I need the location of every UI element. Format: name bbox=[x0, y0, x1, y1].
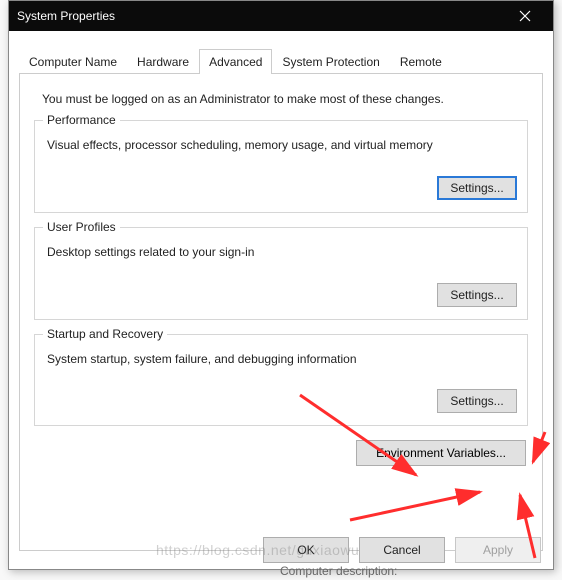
performance-label: Performance bbox=[43, 113, 120, 127]
user-profiles-group: User Profiles Desktop settings related t… bbox=[34, 227, 528, 320]
system-properties-window: System Properties Computer Name Hardware… bbox=[8, 0, 554, 570]
close-icon bbox=[519, 10, 531, 22]
tab-system-protection[interactable]: System Protection bbox=[272, 49, 389, 74]
startup-recovery-label: Startup and Recovery bbox=[43, 327, 167, 341]
performance-desc: Visual effects, processor scheduling, me… bbox=[47, 137, 517, 154]
advanced-panel: You must be logged on as an Administrato… bbox=[19, 73, 543, 551]
cancel-button[interactable]: Cancel bbox=[359, 537, 445, 563]
watermark-text: https://blog.csdn.net/guxiaowu bbox=[156, 542, 359, 558]
startup-recovery-group: Startup and Recovery System startup, sys… bbox=[34, 334, 528, 427]
titlebar: System Properties bbox=[9, 1, 553, 31]
close-button[interactable] bbox=[505, 1, 545, 31]
user-profiles-desc: Desktop settings related to your sign-in bbox=[47, 244, 517, 261]
startup-recovery-desc: System startup, system failure, and debu… bbox=[47, 351, 517, 368]
tab-hardware[interactable]: Hardware bbox=[127, 49, 199, 74]
tab-advanced[interactable]: Advanced bbox=[199, 49, 272, 74]
performance-settings-button[interactable]: Settings... bbox=[437, 176, 517, 200]
admin-note: You must be logged on as an Administrato… bbox=[42, 92, 528, 106]
window-title: System Properties bbox=[17, 9, 505, 23]
tab-computer-name[interactable]: Computer Name bbox=[19, 49, 127, 74]
tab-remote[interactable]: Remote bbox=[390, 49, 452, 74]
apply-button[interactable]: Apply bbox=[455, 537, 541, 563]
user-profiles-label: User Profiles bbox=[43, 220, 120, 234]
background-text: Computer description: bbox=[280, 564, 562, 578]
environment-variables-button[interactable]: Environment Variables... bbox=[356, 440, 526, 466]
user-profiles-settings-button[interactable]: Settings... bbox=[437, 283, 517, 307]
performance-group: Performance Visual effects, processor sc… bbox=[34, 120, 528, 213]
startup-recovery-settings-button[interactable]: Settings... bbox=[437, 389, 517, 413]
tab-bar: Computer Name Hardware Advanced System P… bbox=[9, 31, 553, 74]
